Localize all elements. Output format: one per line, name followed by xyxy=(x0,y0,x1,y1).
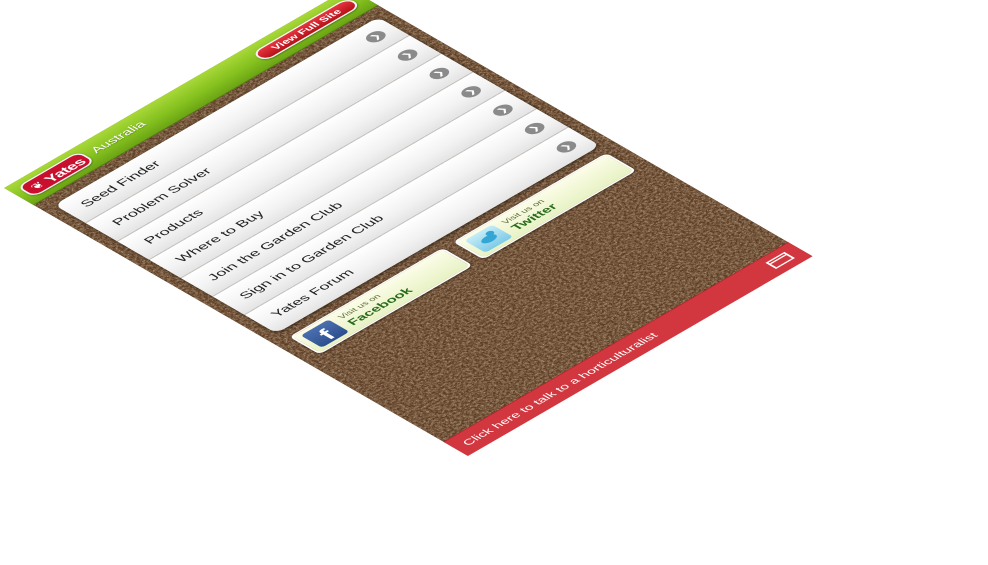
chevron-right-circle-icon: ❯ xyxy=(489,102,517,119)
window-icon[interactable] xyxy=(765,251,795,270)
leaf-logo-icon: ❦ xyxy=(27,179,48,192)
chevron-right-circle-icon: ❯ xyxy=(552,138,581,155)
chevron-right-circle-icon: ❯ xyxy=(362,28,390,45)
chevron-right-circle-icon: ❯ xyxy=(425,65,454,82)
chevron-right-circle-icon: ❯ xyxy=(393,47,422,64)
chevron-right-circle-icon: ❯ xyxy=(520,120,549,137)
mobile-screen: ❦ Yates Australia View Full Site Seed Fi… xyxy=(4,0,813,457)
chevron-right-circle-icon: ❯ xyxy=(457,83,485,100)
